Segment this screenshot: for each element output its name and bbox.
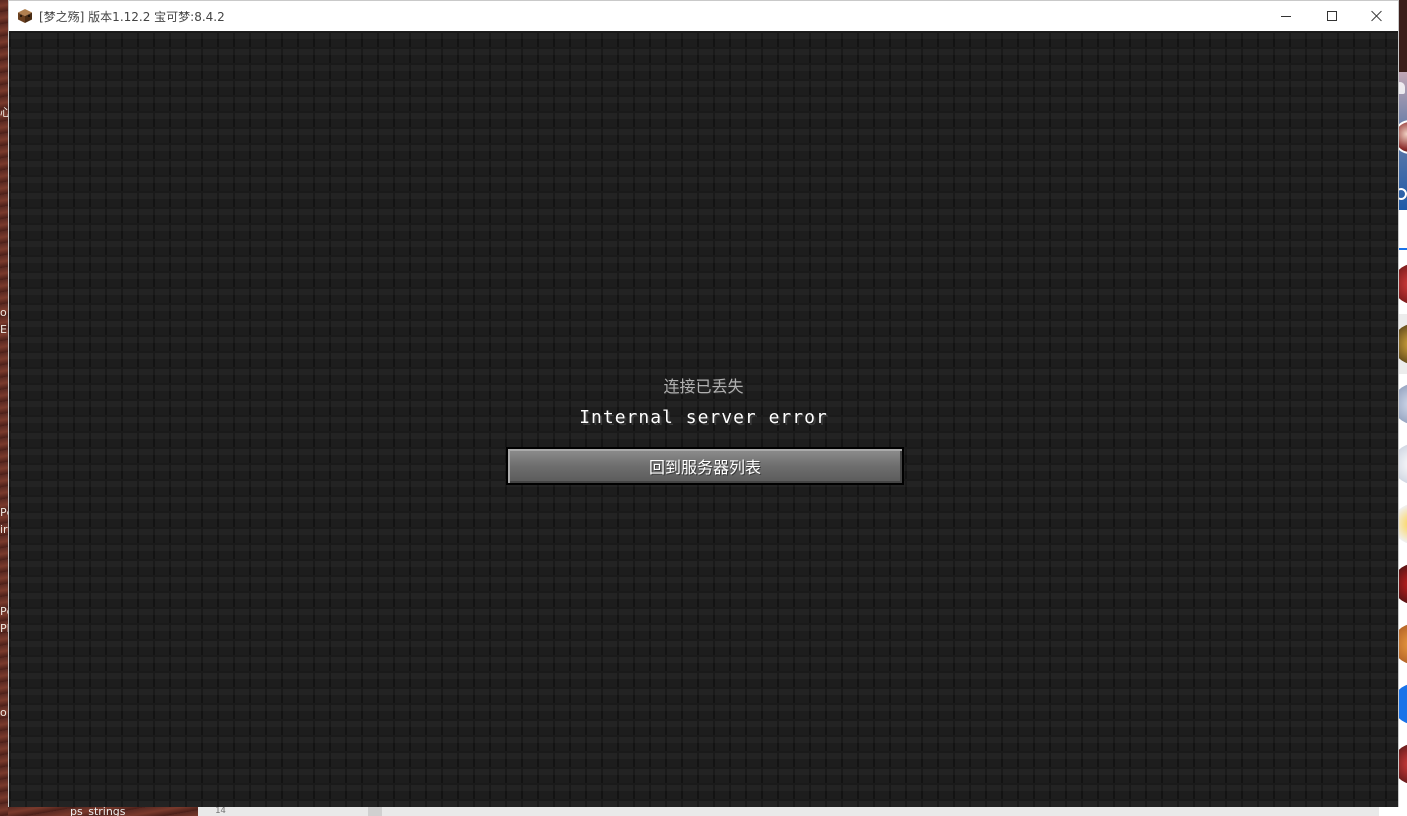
- minimize-button[interactable]: [1263, 1, 1309, 31]
- disconnect-heading: 连接已丢失: [663, 377, 744, 396]
- minimize-icon: [1281, 15, 1291, 17]
- desktop-fragment: 心: [0, 106, 8, 119]
- background-divider: [368, 807, 382, 816]
- desktop-fragment: o: [0, 706, 7, 719]
- minecraft-block-icon: [18, 9, 32, 23]
- close-icon: [1371, 10, 1383, 22]
- desktop-fragment: o: [0, 306, 7, 319]
- close-button[interactable]: [1354, 1, 1400, 31]
- desktop-background: [0, 0, 8, 816]
- maximize-icon: [1327, 11, 1337, 21]
- background-line-number: 14: [215, 807, 226, 816]
- game-window: [梦之殇] 版本1.12.2 宝可梦:8.4.2 连接已丢失 Internal …: [8, 0, 1399, 807]
- desktop-fragment: Pla: [0, 622, 8, 635]
- window-title: [梦之殇] 版本1.12.2 宝可梦:8.4.2: [39, 10, 225, 24]
- desktop-fragment: Eı: [0, 323, 8, 336]
- background-window-strip: ps_strings 14: [8, 807, 1380, 816]
- error-message: Internal server error: [579, 407, 828, 428]
- maximize-button[interactable]: [1309, 1, 1355, 31]
- desktop-fragment: ir: [0, 523, 8, 536]
- game-viewport: 连接已丢失 Internal server error 回到服务器列表: [9, 31, 1398, 807]
- desktop-fragment: Pc: [0, 506, 8, 519]
- desktop-fragment: Pc: [0, 605, 8, 618]
- back-to-server-list-button[interactable]: 回到服务器列表: [506, 447, 904, 485]
- background-text: ps_strings: [70, 807, 126, 816]
- title-bar[interactable]: [梦之殇] 版本1.12.2 宝可梦:8.4.2: [9, 1, 1398, 31]
